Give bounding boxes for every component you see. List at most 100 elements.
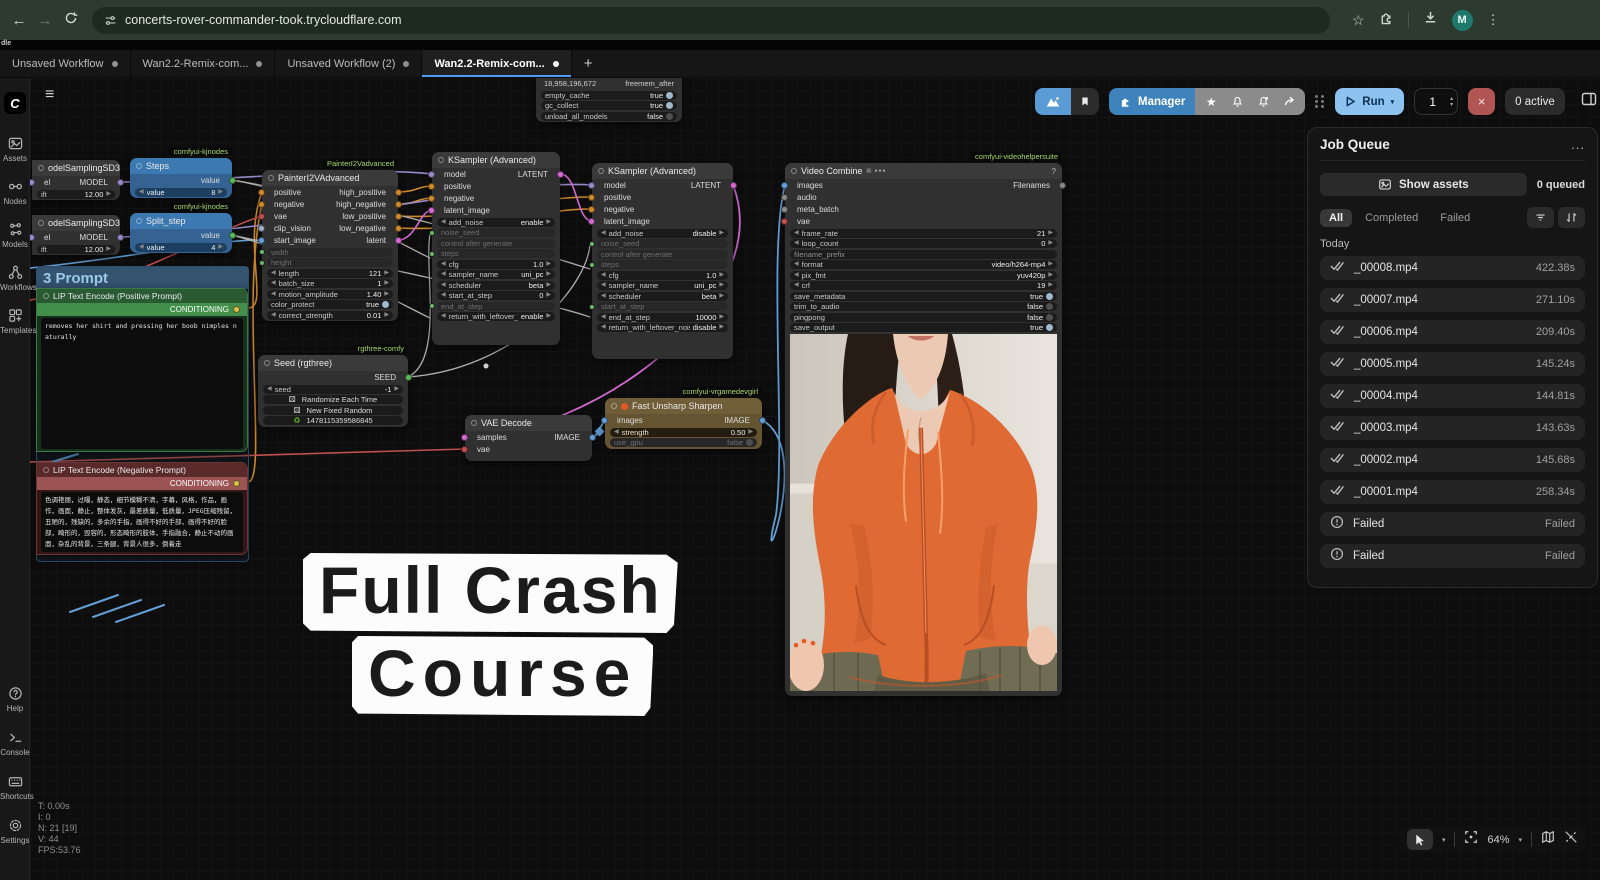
output-port[interactable] <box>759 417 766 424</box>
collapse-icon[interactable] <box>38 165 44 171</box>
input-port[interactable] <box>428 171 435 178</box>
toggle-knob[interactable] <box>1046 324 1053 331</box>
node-video_combine[interactable]: Video Combine▤ ●●●?imagesFilenamesaudiom… <box>785 163 1062 696</box>
io-row[interactable]: start_imagelatent <box>262 234 398 246</box>
widget-noise-seed[interactable]: noise_seed <box>597 239 728 248</box>
io-row[interactable]: modelLATENT <box>432 168 560 180</box>
collapse-icon[interactable] <box>43 293 49 299</box>
widget-strength[interactable]: ◀strength0.50▶ <box>610 428 757 437</box>
new-workflow-tab-button[interactable]: + <box>572 50 605 77</box>
browser-menu-icon[interactable]: ⋮ <box>1487 12 1500 28</box>
collapse-icon[interactable] <box>136 218 142 224</box>
download-icon[interactable] <box>1423 10 1438 30</box>
widget-length[interactable]: ◀length121▶ <box>267 269 393 278</box>
output-port[interactable] <box>589 434 596 441</box>
filter-failed[interactable]: Failed <box>1431 209 1479 227</box>
io-row[interactable]: vae <box>465 443 592 455</box>
converted-input-dot[interactable] <box>259 260 265 266</box>
widget-end-at-step[interactable]: ◀end_at_step10000▶ <box>597 313 728 322</box>
toggle-knob[interactable] <box>666 102 673 109</box>
filter-completed[interactable]: Completed <box>1356 209 1427 227</box>
io-row[interactable]: clip_visionlow_negative <box>262 222 398 234</box>
node-seed[interactable]: Seed (rgthree)SEED◀seed-1▶⚄Randomize Eac… <box>258 355 408 427</box>
input-port[interactable] <box>461 434 468 441</box>
sidebar-item-models[interactable]: Models <box>0 222 30 249</box>
io-row[interactable]: positive <box>432 180 560 192</box>
run-button[interactable]: Run▾ <box>1335 88 1404 115</box>
widget-loop-count[interactable]: ◀loop_count0▶ <box>790 239 1057 248</box>
job-queue-item[interactable]: _00003.mp4143.63s <box>1320 416 1585 440</box>
widget-height[interactable]: height <box>267 258 393 267</box>
input-port[interactable] <box>428 195 435 202</box>
output-port[interactable] <box>395 213 402 220</box>
input-port[interactable] <box>428 207 435 214</box>
node-modelsampling1[interactable]: odelSamplingSD3elMODELift12.00▶ <box>32 160 120 200</box>
menu-hamburger-icon[interactable]: ≡ <box>45 88 54 102</box>
output-port[interactable] <box>730 182 737 189</box>
toggle-unload_all_models[interactable]: unload_all_modelsfalse <box>541 112 677 121</box>
job-queue-item[interactable]: _00005.mp4145.24s <box>1320 352 1585 376</box>
io-row[interactable]: samplesIMAGE <box>465 431 592 443</box>
input-port[interactable] <box>258 189 265 196</box>
widget-return-with-leftover-noise[interactable]: ◀return_with_leftover_noisedisable▶ <box>597 323 728 332</box>
io-row[interactable]: negative <box>592 203 733 215</box>
sidebar-item-help[interactable]: Help <box>0 686 30 713</box>
url-bar[interactable]: concerts-rover-commander-took.trycloudfl… <box>92 7 1330 34</box>
input-port[interactable] <box>258 225 265 232</box>
input-port[interactable] <box>601 417 608 424</box>
toggle-knob[interactable] <box>1046 303 1053 310</box>
widget-seed[interactable]: ◀seed-1▶ <box>263 385 403 394</box>
widget-control-after-generate[interactable]: control after generate <box>437 239 555 248</box>
collapse-icon[interactable] <box>268 175 274 181</box>
collapse-icon[interactable] <box>38 220 44 226</box>
node-painter[interactable]: PainterI2VAdvancedpositivehigh_positiven… <box>262 170 398 321</box>
io-row[interactable]: value <box>130 174 232 186</box>
node-split_step[interactable]: Split_stepvalue◀value4▶ <box>130 213 232 253</box>
widget-add-noise[interactable]: ◀add_noisedisable▶ <box>597 229 728 238</box>
workflow-tab-1[interactable]: Unsaved Workflow <box>0 50 131 77</box>
node-ksampler2[interactable]: KSampler (Advanced)modelLATENTpositivene… <box>592 163 733 359</box>
job-queue-item[interactable]: _00006.mp4209.40s <box>1320 320 1585 344</box>
toggle-save_metadata[interactable]: save_metadatatrue <box>790 292 1057 301</box>
converted-input-dot[interactable] <box>429 251 435 257</box>
converted-input-dot[interactable] <box>589 304 595 310</box>
output-port[interactable] <box>117 179 124 186</box>
filter-icon[interactable] <box>1527 207 1554 228</box>
collapse-icon[interactable] <box>598 168 604 174</box>
avatar[interactable]: M <box>1452 10 1473 31</box>
output-port[interactable] <box>1059 182 1066 189</box>
sidebar-item-settings[interactable]: Settings <box>0 818 30 845</box>
reload-icon[interactable] <box>58 11 84 29</box>
widget-return-with-leftover-[interactable]: ◀return_with_leftover_ ..enable▶ <box>437 312 555 321</box>
output-port[interactable] <box>229 232 236 239</box>
input-port[interactable] <box>428 183 435 190</box>
widget-ift[interactable]: ift12.00▶ <box>37 245 115 254</box>
output-port[interactable] <box>117 234 124 241</box>
sidebar-item-shortcuts[interactable]: Shortcuts <box>0 774 30 801</box>
io-row[interactable]: SEED <box>258 371 408 383</box>
workflow-art-button[interactable] <box>1035 88 1071 115</box>
node-vae_decode[interactable]: VAE DecodesamplesIMAGEvae <box>465 415 592 461</box>
manager-button[interactable]: Manager <box>1109 88 1195 115</box>
bookmark-button[interactable] <box>1071 88 1099 115</box>
back-icon[interactable]: ← <box>6 12 32 29</box>
input-port[interactable] <box>588 194 595 201</box>
sidebar-item-console[interactable]: Console <box>0 730 30 757</box>
toggle-knob[interactable] <box>746 439 753 446</box>
node-help-icon[interactable]: ? <box>1052 167 1056 176</box>
show-assets-button[interactable]: Show assets <box>1320 173 1527 196</box>
button-randomize-each-time[interactable]: ⚄Randomize Each Time <box>263 395 403 404</box>
link-visibility-icon[interactable] <box>1564 830 1578 849</box>
bookmark-star-icon[interactable]: ☆ <box>1352 12 1365 29</box>
widget-cfg[interactable]: ◀cfg1.0▶ <box>597 271 728 280</box>
widget-format[interactable]: ◀formatvideo/h264-mp4▶ <box>790 260 1057 269</box>
job-queue-item[interactable]: _00002.mp4145.68s <box>1320 448 1585 472</box>
comfyui-logo[interactable]: C <box>4 92 26 114</box>
pointer-tool-button[interactable] <box>1407 829 1433 850</box>
output-port[interactable] <box>229 177 236 184</box>
pointer-tool-chevron[interactable]: ▾ <box>1442 836 1446 844</box>
widget-steps[interactable]: steps <box>597 260 728 269</box>
collapse-icon[interactable] <box>264 360 270 366</box>
widget-correct-strength[interactable]: ◀correct_strength0.01▶ <box>267 311 393 320</box>
widget-width[interactable]: width <box>267 248 393 257</box>
